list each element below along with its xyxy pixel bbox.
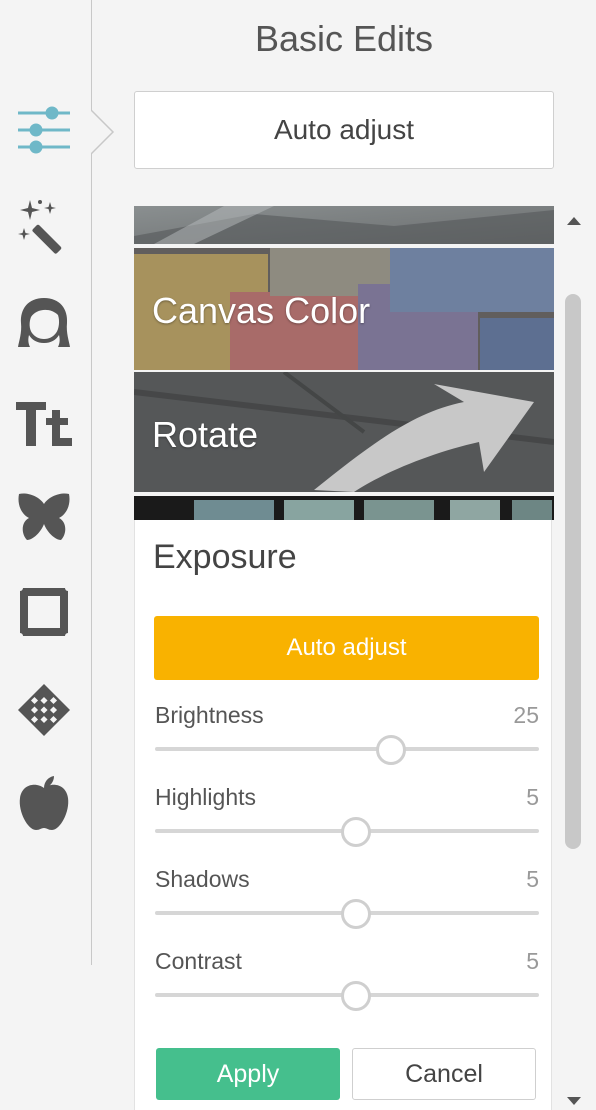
exposure-auto-adjust-button[interactable]: Auto adjust <box>154 616 539 680</box>
apply-button[interactable]: Apply <box>156 1048 340 1100</box>
contrast-slider-thumb[interactable] <box>340 981 371 1011</box>
panel-title: Basic Edits <box>254 18 434 59</box>
exposure-title: Exposure <box>153 538 297 576</box>
active-tool-pointer <box>91 110 115 154</box>
crop-banner[interactable] <box>134 206 554 244</box>
scroll-down-arrow-icon[interactable] <box>567 1097 581 1105</box>
butterfly-icon <box>18 493 70 540</box>
slider-value: 5 <box>526 948 539 974</box>
text-icon <box>16 402 72 446</box>
highlights-slider-thumb[interactable] <box>340 817 371 847</box>
tool-sliders[interactable] <box>14 100 74 160</box>
face-icon <box>18 298 70 347</box>
rotate-label: Rotate <box>152 414 259 455</box>
scrollbar[interactable] <box>562 205 586 1110</box>
tool-frames[interactable] <box>14 582 74 642</box>
magic-wand-icon <box>18 200 62 254</box>
tool-textures[interactable] <box>14 680 74 740</box>
apple-icon <box>19 776 69 830</box>
tool-seasonal[interactable] <box>14 774 74 834</box>
shadows-slider-row: Shadows 5 <box>155 866 539 936</box>
shadows-slider-thumb[interactable] <box>340 899 371 929</box>
scroll-up-arrow-icon[interactable] <box>567 217 581 225</box>
exposure-banner-image <box>134 496 554 520</box>
brightness-slider-thumb[interactable] <box>376 735 407 765</box>
canvas-color-label: Canvas Color <box>152 290 371 331</box>
tool-text[interactable] <box>14 394 74 454</box>
slider-value: 25 <box>513 702 539 728</box>
exposure-panel: Exposure Auto adjust Brightness 25 Highl… <box>134 520 552 1110</box>
auto-adjust-button[interactable]: Auto adjust <box>134 91 554 169</box>
brightness-slider[interactable] <box>155 747 539 751</box>
sliders-icon <box>18 106 70 154</box>
slider-label: Contrast <box>155 948 242 974</box>
texture-icon <box>18 684 70 736</box>
slider-label: Shadows <box>155 866 250 892</box>
tool-overlays[interactable] <box>14 487 74 547</box>
crop-banner-image <box>134 206 554 244</box>
cancel-button[interactable]: Cancel <box>352 1048 536 1100</box>
frame-icon <box>17 585 71 639</box>
slider-value: 5 <box>526 784 539 810</box>
tool-touchup[interactable] <box>14 293 74 353</box>
slider-label: Highlights <box>155 784 256 810</box>
slider-value: 5 <box>526 866 539 892</box>
rotate-banner[interactable]: Rotate <box>134 372 554 492</box>
slider-label: Brightness <box>155 702 264 728</box>
brightness-slider-row: Brightness 25 <box>155 702 539 772</box>
contrast-slider-row: Contrast 5 <box>155 948 539 1018</box>
tool-rail <box>0 0 92 965</box>
canvas-color-banner[interactable]: Canvas Color <box>134 248 554 370</box>
exposure-banner[interactable] <box>134 496 554 520</box>
tool-magic[interactable] <box>14 196 74 256</box>
highlights-slider-row: Highlights 5 <box>155 784 539 854</box>
scrollbar-thumb[interactable] <box>565 294 581 849</box>
